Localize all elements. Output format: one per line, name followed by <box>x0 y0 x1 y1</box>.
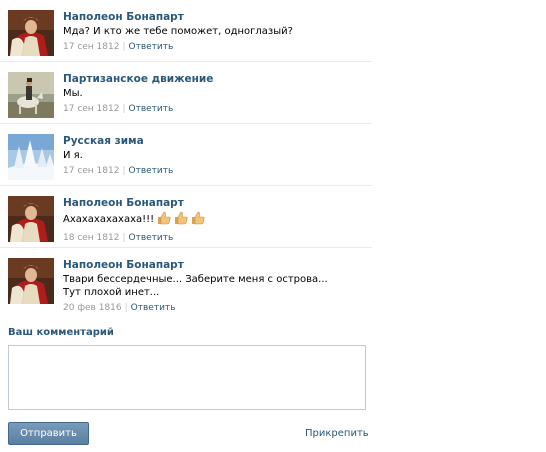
napoleon-portrait-icon <box>8 10 54 56</box>
napoleon-portrait-icon <box>8 258 54 304</box>
thumbs-up-icon <box>174 211 188 225</box>
comment-date: 17 сен 1812 <box>63 42 120 52</box>
partisan-painting-icon <box>8 72 54 118</box>
comment-author[interactable]: Наполеон Бонапарт <box>63 10 372 24</box>
avatar[interactable] <box>8 258 54 304</box>
reply-link[interactable]: Ответить <box>129 104 174 114</box>
comment-text: Ахахахахахаха!!! <box>63 211 372 229</box>
thumbs-up-icon <box>157 211 171 225</box>
reply-link[interactable]: Ответить <box>129 166 174 176</box>
reply-link[interactable]: Ответить <box>129 42 174 52</box>
thumbs-up-icon <box>191 211 205 225</box>
attach-link[interactable]: Прикрепить <box>305 428 369 439</box>
separator: | <box>122 104 126 114</box>
comment-meta: 20 фев 1816 | Ответить <box>63 302 372 314</box>
comment-date: 18 сен 1812 <box>63 233 120 243</box>
send-button[interactable]: Отправить <box>8 422 89 445</box>
comment-text: Мда? И кто же тебе поможет, одноглазый? <box>63 26 293 37</box>
avatar[interactable] <box>8 134 54 180</box>
comment-meta: 18 сен 1812 | Ответить <box>63 232 372 244</box>
comment-textarea[interactable] <box>8 345 366 410</box>
comment-item: Русская зима И я. 17 сен 1812 | Ответить <box>0 124 372 186</box>
avatar[interactable] <box>8 196 54 242</box>
separator: | <box>122 42 126 52</box>
comment-meta: 17 сен 1812 | Ответить <box>63 41 372 53</box>
comment-date: 17 сен 1812 <box>63 104 120 114</box>
comment-text: И я. <box>63 150 83 161</box>
comment-author[interactable]: Русская зима <box>63 134 372 148</box>
comment-item: Наполеон Бонапарт Твари бессердечные... … <box>0 248 372 318</box>
comment-text: Мы. <box>63 88 83 99</box>
comment-date: 17 сен 1812 <box>63 166 120 176</box>
separator: | <box>122 233 126 243</box>
comment-text-content: Ахахахахахаха!!! <box>63 214 155 225</box>
avatar[interactable] <box>8 72 54 118</box>
comment-meta: 17 сен 1812 | Ответить <box>63 103 372 115</box>
comment-item: Партизанское движение Мы. 17 сен 1812 | От… <box>0 62 372 124</box>
comment-meta: 17 сен 1812 | Ответить <box>63 165 372 177</box>
separator: | <box>124 303 128 313</box>
napoleon-portrait-icon <box>8 196 54 242</box>
separator: | <box>122 166 126 176</box>
comment-text: Твари бессердечные... Заберите меня с ос… <box>63 274 328 298</box>
emoji-group <box>157 211 208 229</box>
comment-author[interactable]: Наполеон Бонапарт <box>63 196 372 210</box>
comment-author[interactable]: Наполеон Бонапарт <box>63 258 372 272</box>
comment-date: 20 фев 1816 <box>63 303 122 313</box>
comments-list: Наполеон Бонапарт Мда? И кто же тебе пом… <box>0 0 372 318</box>
comment-item: Наполеон Бонапарт Ахахахахахаха!!! 18 се… <box>0 186 372 248</box>
reply-link[interactable]: Ответить <box>131 303 176 313</box>
comment-item: Наполеон Бонапарт Мда? И кто же тебе пом… <box>0 0 372 62</box>
winter-landscape-icon <box>8 134 54 180</box>
avatar[interactable] <box>8 10 54 56</box>
comment-form-title: Ваш комментарий <box>8 327 114 338</box>
reply-link[interactable]: Ответить <box>129 233 174 243</box>
comment-author[interactable]: Партизанское движение <box>63 72 372 86</box>
